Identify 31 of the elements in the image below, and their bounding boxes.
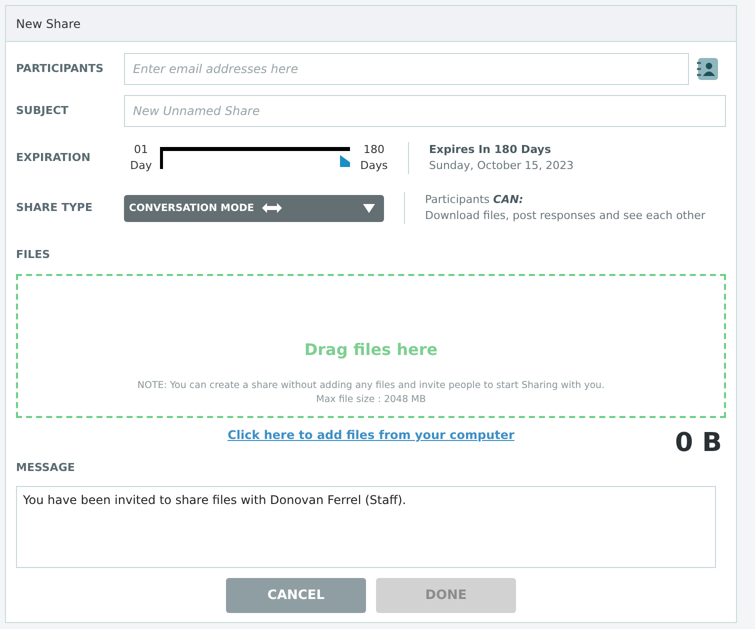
subject-input-field[interactable]: New Unnamed Share	[124, 95, 726, 127]
min-number: 01	[134, 142, 148, 158]
field-label: PARTICIPANTS	[16, 60, 105, 77]
message-field[interactable]: You have been invited to share files with Donovan Ferrel (Staff).	[16, 486, 716, 568]
share-type-dropdown[interactable]: CONVERSATION MODE	[124, 194, 384, 222]
expiry-date: Sunday, October 15, 2023	[429, 158, 574, 174]
email-input-field[interactable]: Enter email addresses here	[124, 53, 689, 85]
field-label: SUBJECT	[16, 102, 70, 119]
min-unit: Day	[130, 158, 152, 174]
max-unit: Days	[360, 158, 388, 174]
total-size: 0 B	[675, 427, 722, 460]
max-number: 180	[364, 142, 384, 158]
expiry-headline: Expires In 180 Days	[429, 142, 552, 158]
field-label: SHARE TYPE	[16, 200, 94, 216]
field-label: EXPIRATION	[16, 150, 92, 166]
caret-icon	[363, 204, 375, 212]
max-file-size: Max file size : 2048 MB	[316, 393, 426, 407]
slider-track[interactable]	[160, 147, 350, 169]
address-book-icon[interactable]	[697, 57, 719, 81]
drop-title: Drag files here	[304, 339, 438, 361]
dialog-title: New Share	[16, 16, 81, 32]
drop-zone[interactable]: Drag files here NOTE: You can create a share without adding any files and invite people to start Sharing with you. Max file size : 2048 MB	[16, 274, 726, 418]
drop-note: NOTE: You can create a share without adding any files and invite people to start Sharing with you.	[137, 379, 605, 393]
share-type-info-title: Participants CAN:	[425, 192, 524, 208]
double-arrow-icon	[262, 203, 282, 213]
dialog-button[interactable]: CANCEL	[226, 578, 366, 613]
field-label: MESSAGE	[16, 461, 75, 474]
slider-thumb[interactable]	[340, 155, 350, 167]
share-type-info: Download files, post responses and see each other	[425, 208, 706, 224]
add-files-link[interactable]: Click here to add files from your computer	[228, 426, 514, 444]
field-label: FILES	[16, 248, 50, 261]
